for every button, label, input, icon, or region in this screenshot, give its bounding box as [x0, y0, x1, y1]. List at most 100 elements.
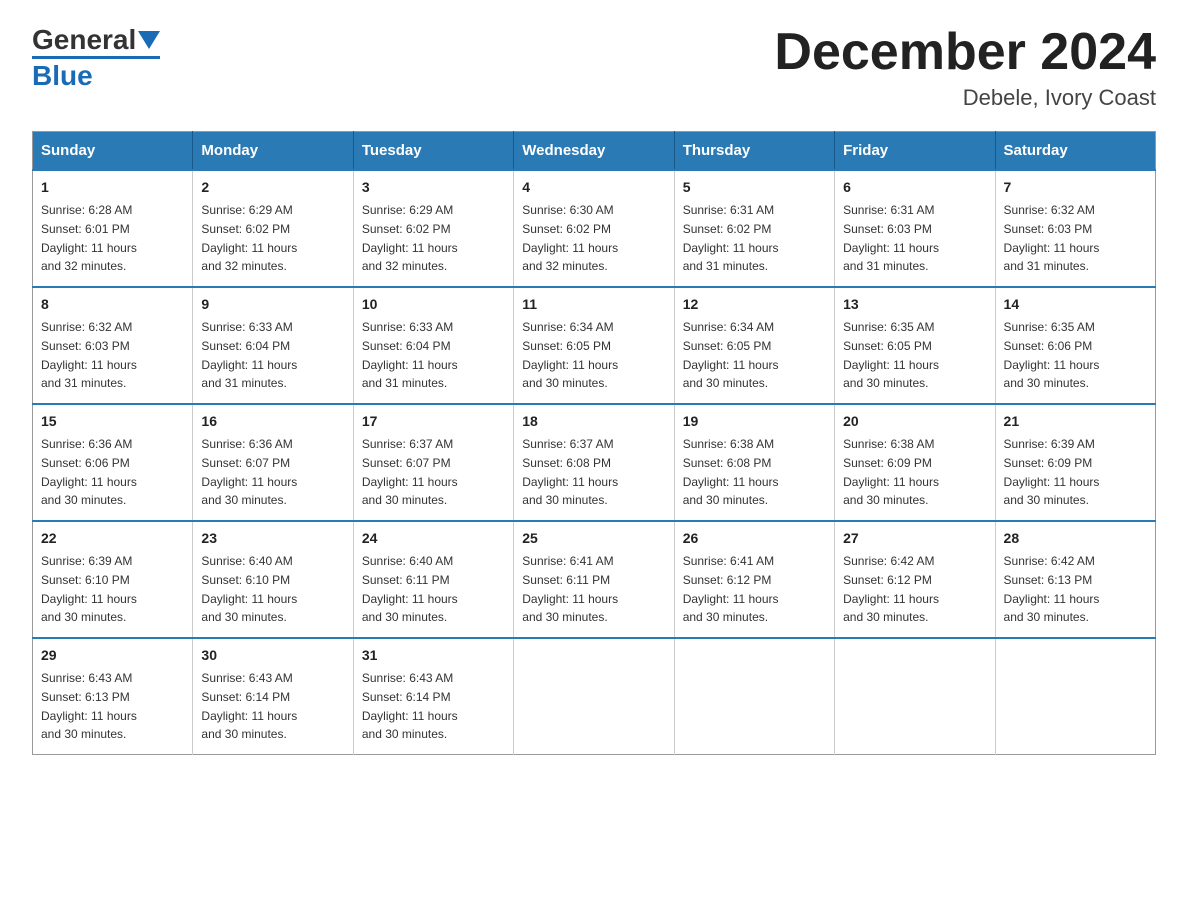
calendar-cell: 17 Sunrise: 6:37 AMSunset: 6:07 PMDaylig… — [353, 404, 513, 521]
day-info: Sunrise: 6:40 AMSunset: 6:11 PMDaylight:… — [362, 554, 458, 624]
calendar-cell: 10 Sunrise: 6:33 AMSunset: 6:04 PMDaylig… — [353, 287, 513, 404]
calendar-title-block: December 2024 Debele, Ivory Coast — [774, 24, 1156, 111]
day-info: Sunrise: 6:36 AMSunset: 6:06 PMDaylight:… — [41, 437, 137, 507]
calendar-subtitle: Debele, Ivory Coast — [774, 85, 1156, 111]
calendar-cell: 20 Sunrise: 6:38 AMSunset: 6:09 PMDaylig… — [835, 404, 995, 521]
day-number: 20 — [843, 411, 986, 432]
day-info: Sunrise: 6:39 AMSunset: 6:10 PMDaylight:… — [41, 554, 137, 624]
day-number: 5 — [683, 177, 826, 198]
day-number: 11 — [522, 294, 665, 315]
logo: General Blue — [32, 24, 160, 92]
day-info: Sunrise: 6:34 AMSunset: 6:05 PMDaylight:… — [522, 320, 618, 390]
day-number: 24 — [362, 528, 505, 549]
calendar-cell: 12 Sunrise: 6:34 AMSunset: 6:05 PMDaylig… — [674, 287, 834, 404]
calendar-cell: 1 Sunrise: 6:28 AMSunset: 6:01 PMDayligh… — [33, 170, 193, 287]
calendar-cell: 26 Sunrise: 6:41 AMSunset: 6:12 PMDaylig… — [674, 521, 834, 638]
calendar-header-tuesday: Tuesday — [353, 132, 513, 171]
day-number: 26 — [683, 528, 826, 549]
calendar-cell — [514, 638, 674, 755]
calendar-week-row-5: 29 Sunrise: 6:43 AMSunset: 6:13 PMDaylig… — [33, 638, 1156, 755]
calendar-week-row-4: 22 Sunrise: 6:39 AMSunset: 6:10 PMDaylig… — [33, 521, 1156, 638]
page-header: General Blue December 2024 Debele, Ivory… — [32, 24, 1156, 111]
day-info: Sunrise: 6:43 AMSunset: 6:13 PMDaylight:… — [41, 671, 137, 741]
day-number: 23 — [201, 528, 344, 549]
calendar-cell: 25 Sunrise: 6:41 AMSunset: 6:11 PMDaylig… — [514, 521, 674, 638]
calendar-cell: 13 Sunrise: 6:35 AMSunset: 6:05 PMDaylig… — [835, 287, 995, 404]
calendar-cell: 31 Sunrise: 6:43 AMSunset: 6:14 PMDaylig… — [353, 638, 513, 755]
calendar-cell: 23 Sunrise: 6:40 AMSunset: 6:10 PMDaylig… — [193, 521, 353, 638]
day-info: Sunrise: 6:28 AMSunset: 6:01 PMDaylight:… — [41, 203, 137, 273]
logo-blue-text: Blue — [32, 60, 93, 92]
calendar-header-monday: Monday — [193, 132, 353, 171]
day-number: 10 — [362, 294, 505, 315]
day-number: 9 — [201, 294, 344, 315]
calendar-cell: 5 Sunrise: 6:31 AMSunset: 6:02 PMDayligh… — [674, 170, 834, 287]
day-number: 25 — [522, 528, 665, 549]
day-number: 7 — [1004, 177, 1147, 198]
day-number: 15 — [41, 411, 184, 432]
logo-general-text: General — [32, 24, 136, 56]
day-number: 19 — [683, 411, 826, 432]
calendar-cell: 29 Sunrise: 6:43 AMSunset: 6:13 PMDaylig… — [33, 638, 193, 755]
day-info: Sunrise: 6:41 AMSunset: 6:12 PMDaylight:… — [683, 554, 779, 624]
day-info: Sunrise: 6:29 AMSunset: 6:02 PMDaylight:… — [201, 203, 297, 273]
calendar-header-friday: Friday — [835, 132, 995, 171]
calendar-table: SundayMondayTuesdayWednesdayThursdayFrid… — [32, 131, 1156, 755]
day-number: 14 — [1004, 294, 1147, 315]
day-info: Sunrise: 6:42 AMSunset: 6:12 PMDaylight:… — [843, 554, 939, 624]
calendar-cell: 9 Sunrise: 6:33 AMSunset: 6:04 PMDayligh… — [193, 287, 353, 404]
day-info: Sunrise: 6:43 AMSunset: 6:14 PMDaylight:… — [362, 671, 458, 741]
day-info: Sunrise: 6:38 AMSunset: 6:09 PMDaylight:… — [843, 437, 939, 507]
day-number: 1 — [41, 177, 184, 198]
calendar-cell: 27 Sunrise: 6:42 AMSunset: 6:12 PMDaylig… — [835, 521, 995, 638]
calendar-cell: 15 Sunrise: 6:36 AMSunset: 6:06 PMDaylig… — [33, 404, 193, 521]
day-info: Sunrise: 6:32 AMSunset: 6:03 PMDaylight:… — [41, 320, 137, 390]
day-number: 22 — [41, 528, 184, 549]
day-number: 31 — [362, 645, 505, 666]
day-number: 12 — [683, 294, 826, 315]
day-number: 8 — [41, 294, 184, 315]
calendar-week-row-1: 1 Sunrise: 6:28 AMSunset: 6:01 PMDayligh… — [33, 170, 1156, 287]
day-number: 2 — [201, 177, 344, 198]
day-info: Sunrise: 6:29 AMSunset: 6:02 PMDaylight:… — [362, 203, 458, 273]
calendar-header-thursday: Thursday — [674, 132, 834, 171]
logo-triangle-icon — [138, 31, 160, 51]
calendar-header-saturday: Saturday — [995, 132, 1155, 171]
calendar-cell: 24 Sunrise: 6:40 AMSunset: 6:11 PMDaylig… — [353, 521, 513, 638]
calendar-cell: 7 Sunrise: 6:32 AMSunset: 6:03 PMDayligh… — [995, 170, 1155, 287]
day-info: Sunrise: 6:35 AMSunset: 6:05 PMDaylight:… — [843, 320, 939, 390]
calendar-cell: 28 Sunrise: 6:42 AMSunset: 6:13 PMDaylig… — [995, 521, 1155, 638]
day-info: Sunrise: 6:36 AMSunset: 6:07 PMDaylight:… — [201, 437, 297, 507]
day-info: Sunrise: 6:37 AMSunset: 6:08 PMDaylight:… — [522, 437, 618, 507]
calendar-cell: 3 Sunrise: 6:29 AMSunset: 6:02 PMDayligh… — [353, 170, 513, 287]
calendar-cell: 4 Sunrise: 6:30 AMSunset: 6:02 PMDayligh… — [514, 170, 674, 287]
day-info: Sunrise: 6:34 AMSunset: 6:05 PMDaylight:… — [683, 320, 779, 390]
day-info: Sunrise: 6:31 AMSunset: 6:03 PMDaylight:… — [843, 203, 939, 273]
calendar-cell: 18 Sunrise: 6:37 AMSunset: 6:08 PMDaylig… — [514, 404, 674, 521]
calendar-cell: 8 Sunrise: 6:32 AMSunset: 6:03 PMDayligh… — [33, 287, 193, 404]
day-info: Sunrise: 6:33 AMSunset: 6:04 PMDaylight:… — [362, 320, 458, 390]
day-number: 13 — [843, 294, 986, 315]
calendar-cell — [674, 638, 834, 755]
day-number: 4 — [522, 177, 665, 198]
day-info: Sunrise: 6:40 AMSunset: 6:10 PMDaylight:… — [201, 554, 297, 624]
day-number: 16 — [201, 411, 344, 432]
day-number: 17 — [362, 411, 505, 432]
day-info: Sunrise: 6:32 AMSunset: 6:03 PMDaylight:… — [1004, 203, 1100, 273]
calendar-header-sunday: Sunday — [33, 132, 193, 171]
calendar-cell: 22 Sunrise: 6:39 AMSunset: 6:10 PMDaylig… — [33, 521, 193, 638]
day-info: Sunrise: 6:38 AMSunset: 6:08 PMDaylight:… — [683, 437, 779, 507]
day-info: Sunrise: 6:39 AMSunset: 6:09 PMDaylight:… — [1004, 437, 1100, 507]
day-number: 30 — [201, 645, 344, 666]
calendar-cell: 21 Sunrise: 6:39 AMSunset: 6:09 PMDaylig… — [995, 404, 1155, 521]
calendar-cell: 19 Sunrise: 6:38 AMSunset: 6:08 PMDaylig… — [674, 404, 834, 521]
day-number: 3 — [362, 177, 505, 198]
day-info: Sunrise: 6:43 AMSunset: 6:14 PMDaylight:… — [201, 671, 297, 741]
day-number: 18 — [522, 411, 665, 432]
day-number: 29 — [41, 645, 184, 666]
day-number: 21 — [1004, 411, 1147, 432]
day-info: Sunrise: 6:31 AMSunset: 6:02 PMDaylight:… — [683, 203, 779, 273]
day-number: 28 — [1004, 528, 1147, 549]
calendar-cell: 2 Sunrise: 6:29 AMSunset: 6:02 PMDayligh… — [193, 170, 353, 287]
calendar-week-row-2: 8 Sunrise: 6:32 AMSunset: 6:03 PMDayligh… — [33, 287, 1156, 404]
